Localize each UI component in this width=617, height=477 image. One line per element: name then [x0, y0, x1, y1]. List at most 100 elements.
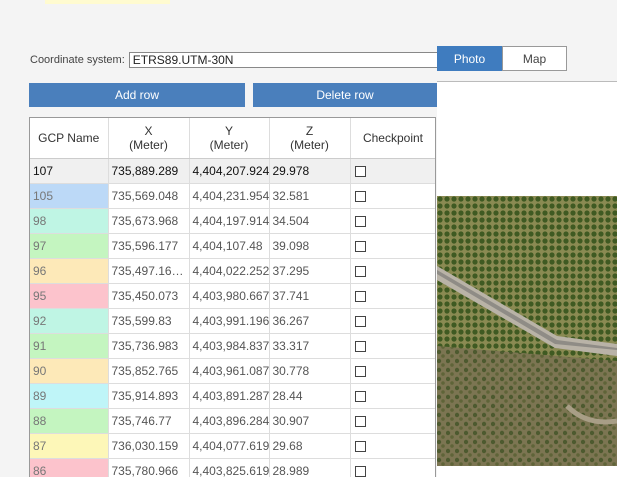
checkpoint-cell [350, 208, 435, 234]
table-row[interactable]: 90 735,852.765 4,403,961.087 30.778 [30, 358, 435, 384]
y-cell[interactable]: 4,404,207.924 [189, 158, 270, 184]
coordinate-system-row: Coordinate system: [30, 51, 443, 69]
y-cell[interactable]: 4,404,197.914 [189, 208, 270, 234]
z-cell[interactable]: 29.68 [269, 433, 351, 459]
gcp-name-cell[interactable]: 97 [30, 233, 109, 259]
table-row[interactable]: 86 735,780.966 4,403,825.619 28.989 [30, 458, 435, 477]
tab-map[interactable]: Map [502, 46, 567, 71]
z-cell[interactable]: 28.44 [269, 383, 351, 409]
table-row[interactable]: 96 735,497.16… 4,404,022.252 37.295 [30, 258, 435, 284]
table-row[interactable]: 88 735,746.77 4,403,896.284 30.907 [30, 408, 435, 434]
checkpoint-checkbox[interactable] [354, 341, 366, 353]
table-row[interactable]: 95 735,450.073 4,403,980.667 37.741 [30, 283, 435, 309]
z-cell[interactable]: 34.504 [269, 208, 351, 234]
checkpoint-checkbox[interactable] [354, 191, 366, 203]
gcp-name-cell[interactable]: 86 [30, 458, 109, 477]
table-row[interactable]: 107 735,889.289 4,404,207.924 29.978 [30, 158, 435, 184]
gcp-name-cell[interactable]: 96 [30, 258, 109, 284]
z-cell[interactable]: 30.778 [269, 358, 351, 384]
gcp-name-cell[interactable]: 98 [30, 208, 109, 234]
coordinate-system-input[interactable] [128, 52, 443, 68]
z-cell[interactable]: 39.098 [269, 233, 351, 259]
y-cell[interactable]: 4,403,896.284 [189, 408, 270, 434]
x-cell[interactable]: 735,673.968 [108, 208, 190, 234]
aerial-photo[interactable] [437, 196, 617, 466]
gcp-name-cell[interactable]: 87 [30, 433, 109, 459]
add-row-button[interactable]: Add row [29, 83, 245, 107]
z-cell[interactable]: 37.741 [269, 283, 351, 309]
checkpoint-checkbox[interactable] [354, 166, 366, 178]
y-cell[interactable]: 4,404,077.619 [189, 433, 270, 459]
checkpoint-checkbox[interactable] [354, 291, 366, 303]
delete-row-button[interactable]: Delete row [253, 83, 437, 107]
y-cell[interactable]: 4,404,231.954 [189, 183, 270, 209]
x-cell[interactable]: 735,852.765 [108, 358, 190, 384]
checkpoint-cell [350, 308, 435, 334]
y-cell[interactable]: 4,403,980.667 [189, 283, 270, 309]
checkpoint-checkbox[interactable] [354, 266, 366, 278]
gcp-name-cell[interactable]: 105 [30, 183, 109, 209]
table-row[interactable]: 105 735,569.048 4,404,231.954 32.581 [30, 183, 435, 209]
col-header-checkpoint[interactable]: Checkpoint [350, 118, 435, 159]
checkpoint-cell [350, 458, 435, 477]
table-row[interactable]: 92 735,599.83 4,403,991.196 36.267 [30, 308, 435, 334]
z-cell[interactable]: 37.295 [269, 258, 351, 284]
x-cell[interactable]: 736,030.159 [108, 433, 190, 459]
x-cell[interactable]: 735,599.83 [108, 308, 190, 334]
col-header-gcp-name[interactable]: GCP Name [30, 118, 109, 159]
x-cell[interactable]: 735,746.77 [108, 408, 190, 434]
y-cell[interactable]: 4,403,991.196 [189, 308, 270, 334]
checkpoint-cell [350, 358, 435, 384]
y-cell[interactable]: 4,404,022.252 [189, 258, 270, 284]
z-cell[interactable]: 36.267 [269, 308, 351, 334]
checkpoint-checkbox[interactable] [354, 316, 366, 328]
tab-photo[interactable]: Photo [437, 46, 502, 71]
y-cell[interactable]: 4,403,984.837 [189, 333, 270, 359]
table-row[interactable]: 87 736,030.159 4,404,077.619 29.68 [30, 433, 435, 459]
gcp-name-cell[interactable]: 89 [30, 383, 109, 409]
gcp-name-cell[interactable]: 90 [30, 358, 109, 384]
gcp-name-cell[interactable]: 91 [30, 333, 109, 359]
col-header-x[interactable]: X (Meter) [108, 118, 190, 159]
x-cell[interactable]: 735,569.048 [108, 183, 190, 209]
table-row[interactable]: 97 735,596.177 4,404,107.48 39.098 [30, 233, 435, 259]
gcp-name-cell[interactable]: 95 [30, 283, 109, 309]
col-header-z[interactable]: Z (Meter) [269, 118, 351, 159]
table-row[interactable]: 91 735,736.983 4,403,984.837 33.317 [30, 333, 435, 359]
checkpoint-checkbox[interactable] [354, 466, 366, 477]
gcp-name-cell[interactable]: 92 [30, 308, 109, 334]
table-row[interactable]: 98 735,673.968 4,404,197.914 34.504 [30, 208, 435, 234]
checkpoint-checkbox[interactable] [354, 416, 366, 428]
z-cell[interactable]: 30.907 [269, 408, 351, 434]
checkpoint-cell [350, 383, 435, 409]
x-cell[interactable]: 735,914.893 [108, 383, 190, 409]
checkpoint-cell [350, 333, 435, 359]
table-row[interactable]: 89 735,914.893 4,403,891.287 28.44 [30, 383, 435, 409]
y-cell[interactable]: 4,403,891.287 [189, 383, 270, 409]
x-cell[interactable]: 735,889.289 [108, 158, 190, 184]
checkpoint-checkbox[interactable] [354, 216, 366, 228]
gcp-name-cell[interactable]: 107 [30, 158, 109, 184]
checkpoint-checkbox[interactable] [354, 391, 366, 403]
z-cell[interactable]: 29.978 [269, 158, 351, 184]
gcp-table[interactable]: GCP Name X (Meter) Y (Meter) Z (Meter) Chec… [29, 117, 436, 477]
top-accent-bar [45, 0, 170, 4]
checkpoint-cell [350, 283, 435, 309]
y-cell[interactable]: 4,403,961.087 [189, 358, 270, 384]
x-cell[interactable]: 735,450.073 [108, 283, 190, 309]
x-cell[interactable]: 735,736.983 [108, 333, 190, 359]
y-cell[interactable]: 4,403,825.619 [189, 458, 270, 477]
z-cell[interactable]: 28.989 [269, 458, 351, 477]
checkpoint-checkbox[interactable] [354, 366, 366, 378]
x-cell[interactable]: 735,497.16… [108, 258, 190, 284]
z-cell[interactable]: 32.581 [269, 183, 351, 209]
z-cell[interactable]: 33.317 [269, 333, 351, 359]
col-header-y[interactable]: Y (Meter) [189, 118, 270, 159]
gcp-name-cell[interactable]: 88 [30, 408, 109, 434]
y-cell[interactable]: 4,404,107.48 [189, 233, 270, 259]
x-cell[interactable]: 735,596.177 [108, 233, 190, 259]
checkpoint-cell [350, 158, 435, 184]
x-cell[interactable]: 735,780.966 [108, 458, 190, 477]
checkpoint-checkbox[interactable] [354, 441, 366, 453]
checkpoint-checkbox[interactable] [354, 241, 366, 253]
